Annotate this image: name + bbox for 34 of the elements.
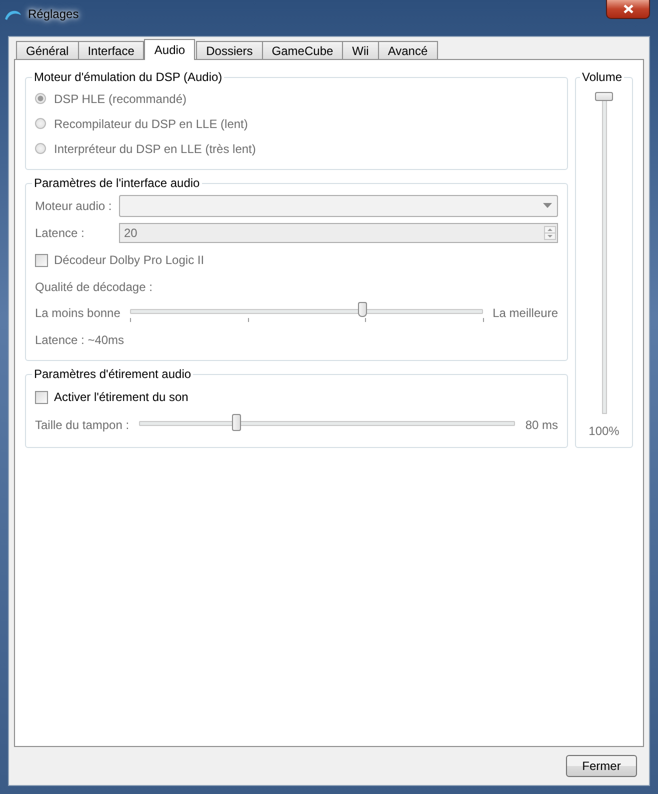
- window-title: Réglages: [28, 7, 79, 21]
- radio-label: Recompilateur du DSP en LLE (lent): [54, 116, 248, 130]
- close-icon: [622, 4, 634, 14]
- dropdown-arrow-icon: [543, 203, 552, 208]
- group-title: Moteur d'émulation du DSP (Audio): [33, 70, 224, 84]
- tab[interactable]: Général: [16, 41, 79, 59]
- group-title: Volume: [581, 70, 624, 84]
- close-dialog-button[interactable]: Fermer: [566, 755, 637, 777]
- volume-slider[interactable]: [595, 92, 613, 414]
- tab[interactable]: GameCube: [262, 41, 344, 59]
- checkbox-label: Activer l'étirement du son: [54, 390, 188, 404]
- slider-min-label: La moins bonne: [35, 306, 120, 320]
- quality-label: Qualité de décodage :: [35, 280, 152, 294]
- checkbox-label: Décodeur Dolby Pro Logic II: [54, 253, 204, 267]
- tab[interactable]: Avancé: [378, 41, 438, 59]
- tab[interactable]: Wii: [342, 41, 379, 59]
- tab[interactable]: Audio: [144, 39, 196, 60]
- close-button[interactable]: [606, 0, 650, 19]
- group-title: Paramètres de l'interface audio: [33, 176, 201, 190]
- volume-reading: 100%: [588, 424, 620, 438]
- radio-label: DSP HLE (recommandé): [54, 92, 186, 106]
- checkbox[interactable]: [35, 390, 48, 404]
- slider-reading: 80 ms: [525, 418, 558, 432]
- spin-buttons-icon: [544, 226, 556, 240]
- tab[interactable]: Interface: [78, 41, 144, 59]
- tab[interactable]: Dossiers: [196, 41, 263, 59]
- latency-reading: Latence : ~40ms: [35, 332, 124, 346]
- radio-label: Interpréteur du DSP en LLE (très lent): [54, 142, 256, 156]
- slider-label: Taille du tampon :: [35, 418, 130, 432]
- slider-max-label: La meilleure: [492, 306, 558, 320]
- group-title: Paramètres d'étirement audio: [33, 367, 192, 381]
- field-label: Moteur audio :: [35, 198, 113, 212]
- field-label: Latence :: [35, 226, 86, 240]
- slider-thumb[interactable]: [595, 92, 613, 101]
